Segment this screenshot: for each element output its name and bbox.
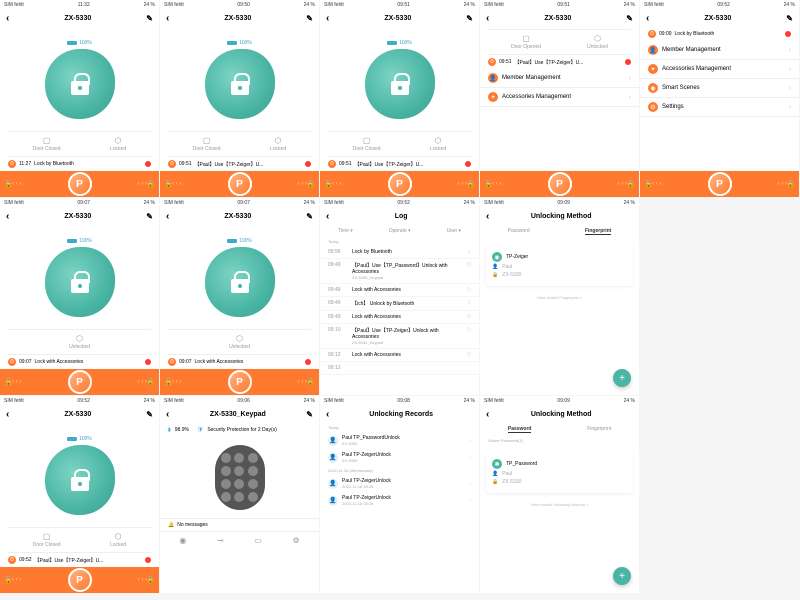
menu-popup-2: SIM fehlt09:5224 % ‹ZX-5330✎ ⏱09:09Lock … bbox=[640, 0, 799, 197]
bell-icon: 🔔 bbox=[168, 522, 174, 528]
accessories-icon: ✦ bbox=[488, 92, 498, 102]
log-icon: ⏱ bbox=[8, 160, 16, 168]
lock-screen-unlocked-2: SIM fehlt09:0724 % ‹ZX-5330✎ 100% ⬡Unloc… bbox=[160, 198, 319, 395]
alert-dot bbox=[145, 161, 151, 167]
door-icon: ▢ bbox=[33, 136, 61, 145]
nav-settings-icon[interactable]: ⚙ bbox=[292, 536, 299, 545]
edit-icon[interactable]: ✎ bbox=[306, 14, 313, 23]
back-icon[interactable]: ‹ bbox=[166, 13, 169, 24]
nav-fingerprint-icon[interactable]: ◉ bbox=[179, 536, 186, 545]
lock-screen-3: SIM fehlt09:5124 % ‹ZX-5330✎ 100% ▢Door … bbox=[320, 0, 479, 197]
unlock-method-pwd: SIM fehlt09:0924 % ‹Unlocking Method Pas… bbox=[480, 396, 639, 593]
tab-password[interactable]: Password bbox=[508, 228, 530, 235]
keypad-screen: SIM fehlt09:0624 % ‹ZX-5330_Keypad✎ ▮98.… bbox=[160, 396, 319, 593]
add-button[interactable]: + bbox=[613, 369, 631, 387]
empty-slot bbox=[640, 198, 799, 395]
status-bar: SIM fehlt11:3224 % bbox=[0, 0, 159, 10]
settings-icon: ⚙ bbox=[648, 102, 658, 112]
fingerprint-card[interactable]: ◉TP-Zeiger 👤Paul 🔒ZX-5330 bbox=[486, 244, 633, 286]
bottom-nav: ◉ ⊸ ▭ ⚙ bbox=[160, 531, 319, 549]
unlock-slider[interactable]: 🔓‹ ‹ ‹P› › ›🔒 bbox=[0, 171, 159, 197]
menu-accessories[interactable]: ✦Accessories Management› bbox=[640, 60, 799, 79]
lock-screen-2: SIM fehlt09:5024 % ‹ZX-5330✎ 100% ▢Door … bbox=[160, 0, 319, 197]
locked-icon: ⬡ bbox=[110, 136, 126, 145]
log-screen: SIM fehlt09:5224 % ‹Log Time ▾Operate ▾U… bbox=[320, 198, 479, 395]
menu-member[interactable]: 👤Member Management› bbox=[480, 69, 639, 88]
records-screen: SIM fehlt09:0824 % ‹Unlocking Records To… bbox=[320, 396, 479, 593]
lock-screen-4: SIM fehlt09:5224 % ‹ZX-5330✎ 100% ▢Door … bbox=[0, 396, 159, 593]
shield-icon: 🛡 bbox=[197, 427, 203, 433]
lock-blob bbox=[45, 49, 115, 119]
title: ZX-5330 bbox=[64, 15, 91, 22]
log-tabs: Time ▾Operate ▾User ▾ bbox=[320, 225, 479, 237]
lock-screen-1: SIM fehlt11:3224 % ‹ ZX-5330 ✎ 100% ▢Door … bbox=[0, 0, 159, 197]
battery-icon: ▮ bbox=[168, 427, 171, 433]
view-invalid-link[interactable]: View Invalid Fingerprint > bbox=[480, 292, 639, 303]
lock-screen-unlocked-1: SIM fehlt09:0724 % ‹ZX-5330✎ 100% ⬡Unloc… bbox=[0, 198, 159, 395]
bluetooth-icon: ᛒ bbox=[468, 249, 471, 255]
edit-icon[interactable]: ✎ bbox=[146, 14, 153, 23]
password-card[interactable]: ✱TP_Password 👤Paul 🔒ZX-5330 bbox=[486, 451, 633, 493]
slider-knob: P bbox=[68, 172, 92, 196]
nav-key-icon[interactable]: ⊸ bbox=[217, 536, 224, 545]
lock-display: 100% bbox=[0, 27, 159, 131]
add-button[interactable]: + bbox=[613, 567, 631, 585]
header: ‹ ZX-5330 ✎ bbox=[0, 10, 159, 27]
avatar-icon: 👤 bbox=[328, 436, 338, 446]
menu-accessories[interactable]: ✦Accessories Management› bbox=[480, 88, 639, 107]
log-line[interactable]: ⏱11:27Lock by Bluetooth bbox=[0, 157, 159, 171]
fingerprint-icon: ◉ bbox=[492, 252, 502, 262]
member-icon: 👤 bbox=[488, 73, 498, 83]
password-icon: ✱ bbox=[492, 459, 502, 469]
menu-member[interactable]: 👤Member Management› bbox=[640, 41, 799, 60]
back-icon[interactable]: ‹ bbox=[6, 13, 9, 24]
tab-fingerprint[interactable]: Fingerprint bbox=[585, 228, 611, 235]
tab-fingerprint[interactable]: Fingerprint bbox=[587, 426, 611, 433]
empty-slot bbox=[640, 396, 799, 593]
menu-settings[interactable]: ⚙Settings› bbox=[640, 98, 799, 117]
record-item[interactable]: 👤Paul TP_PasswordUnlockZX-5330› bbox=[320, 432, 479, 449]
keypad-visual bbox=[215, 445, 265, 510]
lock-icon bbox=[71, 73, 89, 95]
scenes-icon: ◉ bbox=[648, 83, 658, 93]
status-row: ▢Door Closed⬡Locked bbox=[8, 131, 151, 157]
menu-scenes[interactable]: ◉Smart Scenes› bbox=[640, 79, 799, 98]
lock-closed-icon: 🔒 bbox=[146, 180, 155, 188]
nav-card-icon[interactable]: ▭ bbox=[254, 536, 262, 545]
menu-popup-1: SIM fehlt09:5124 % ‹ZX-5330✎ ▢Door Opene… bbox=[480, 0, 639, 197]
tab-password[interactable]: Password bbox=[508, 426, 532, 433]
unlock-method-fp: SIM fehlt09:0924 % ‹Unlocking Method Pas… bbox=[480, 198, 639, 395]
